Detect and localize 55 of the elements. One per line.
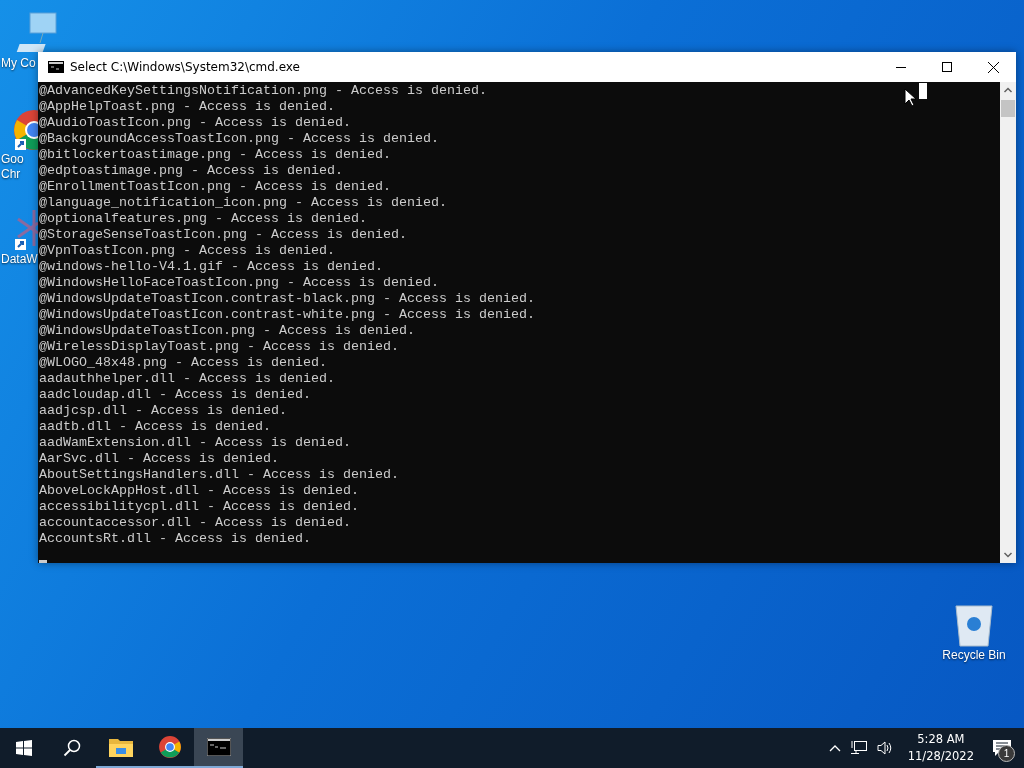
output-line: @WindowsUpdateToastIcon.contrast-black.png - Access is denied. (39, 291, 535, 307)
search-icon (63, 739, 81, 757)
output-line: @AudioToastIcon.png - Access is denied. (39, 115, 351, 131)
icon-label: DataW (0, 252, 38, 267)
output-line: @VpnToastIcon.png - Access is denied. (39, 243, 335, 259)
icon-label: Chr (0, 167, 21, 182)
console-icon (48, 61, 64, 73)
output-line: aadauthhelper.dll - Access is denied. (39, 371, 335, 387)
output-line: aadWamExtension.dll - Access is denied. (39, 435, 351, 451)
output-line: @optionalfeatures.png - Access is denied. (39, 211, 367, 227)
output-line: @WindowsUpdateToastIcon.contrast-white.png - Access is denied. (39, 307, 535, 323)
browser-icon (157, 735, 182, 759)
output-line: AboveLockAppHost.dll - Access is denied. (39, 483, 359, 499)
clock[interactable]: 5:28 AM 11/28/2022 (901, 731, 980, 765)
output-line: AarSvc.dll - Access is denied. (39, 451, 279, 467)
output-line: @WindowsHelloFaceToastIcon.png - Access is denied. (39, 275, 439, 291)
close-icon (987, 61, 999, 73)
taskbar-app-button[interactable] (194, 728, 243, 768)
output-line: aadcloudap.dll - Access is denied. (39, 387, 311, 403)
text-cursor (39, 560, 47, 563)
icon-label: Recycle Bin (942, 648, 1006, 663)
network-icon[interactable] (850, 740, 867, 756)
scroll-bar[interactable] (1000, 82, 1016, 563)
output-line: @language_notification_icon.png - Access is denied. (39, 195, 447, 211)
notification-count-badge: 1 (998, 745, 1015, 762)
console-icon (206, 738, 231, 756)
output-line: @WLOGO_48x48.png - Access is denied. (39, 355, 327, 371)
output-line: @AppHelpToast.png - Access is denied. (39, 99, 335, 115)
output-line: accessibilitycpl.dll - Access is denied. (39, 499, 359, 515)
caret-up-icon[interactable] (828, 744, 841, 752)
recycle-bin-icon[interactable] (952, 602, 996, 648)
output-line: @StorageSenseToastIcon.png - Access is denied. (39, 227, 407, 243)
notifications-button[interactable]: 1 (980, 728, 1024, 768)
output-line: AccountsRt.dll - Access is denied. (39, 531, 311, 547)
output-line: @windows-hello-V4.1.gif - Access is denied. (39, 259, 383, 275)
volume-icon[interactable] (876, 740, 893, 756)
icon-label: My Co (0, 56, 36, 71)
output-line: @AdvancedKeySettingsNotification.png - Access is denied. (39, 83, 487, 99)
output-line: aadjcsp.dll - Access is denied. (39, 403, 287, 419)
output-line: accountaccessor.dll - Access is denied. (39, 515, 351, 531)
output-line: @WindowsUpdateToastIcon.png - Access is denied. (39, 323, 415, 339)
icon-label: Goo (0, 152, 24, 167)
output-line: @WirelessDisplayToast.png - Access is denied. (39, 339, 399, 355)
mouse-pointer-icon (904, 88, 916, 107)
output-line: aadtb.dll - Access is denied. (39, 419, 271, 435)
maximize-icon (942, 62, 952, 72)
folder-icon (108, 737, 133, 757)
windows-logo-icon (16, 740, 32, 756)
scroll-thumb[interactable] (1001, 100, 1015, 117)
output-line: @EnrollmentToastIcon.png - Access is denied. (39, 179, 391, 195)
output-line: @BackgroundAccessToastIcon.png - Access is denied. (39, 131, 439, 147)
window-title: Select C:\Windows\System32\cmd.exe (70, 60, 300, 74)
output-line: AboutSettingsHandlers.dll - Access is denied. (39, 467, 399, 483)
output-line: @bitlockertoastimage.png - Access is denied. (39, 147, 391, 163)
output-line: @edptoastimage.png - Access is denied. (39, 163, 343, 179)
